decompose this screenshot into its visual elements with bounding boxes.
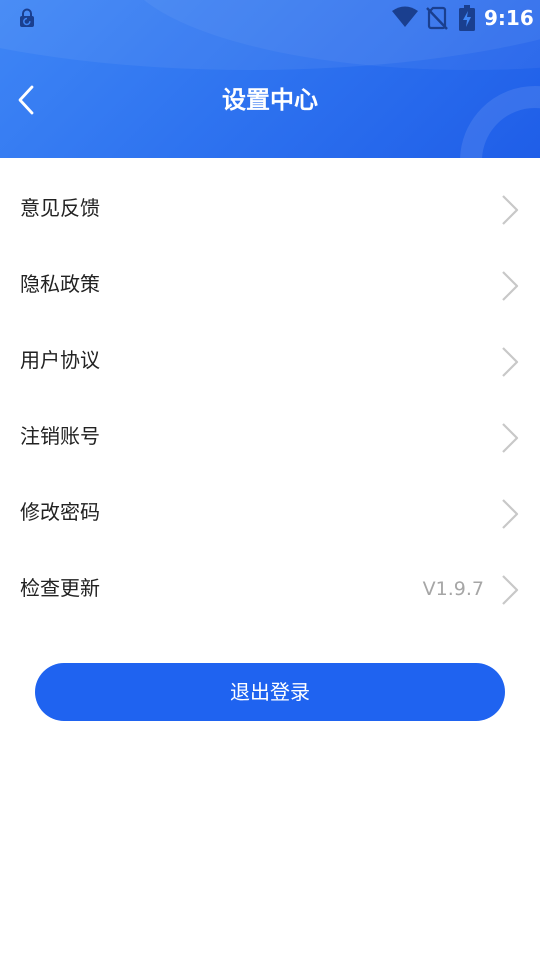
chevron-right-icon xyxy=(502,347,519,377)
lock-icon xyxy=(20,8,34,27)
page-title: 设置中心 xyxy=(222,86,318,114)
menu-item-delete-account[interactable]: 注销账号 xyxy=(0,398,540,474)
logout-button[interactable]: 退出登录 xyxy=(35,663,505,721)
battery-icon xyxy=(459,5,475,31)
menu-item-label: 修改密码 xyxy=(20,500,100,524)
chevron-right-icon xyxy=(502,575,519,605)
status-bar: 9:16 xyxy=(0,0,540,36)
chevron-right-icon xyxy=(502,499,519,529)
menu-item-change-password[interactable]: 修改密码 xyxy=(0,474,540,550)
chevron-right-icon xyxy=(502,271,519,301)
menu-item-label: 用户协议 xyxy=(20,348,100,372)
status-time: 9:16 xyxy=(484,6,534,30)
header: 9:16 设置中心 xyxy=(0,0,540,158)
menu-item-privacy-policy[interactable]: 隐私政策 xyxy=(0,246,540,322)
version-value: V1.9.7 xyxy=(422,578,484,600)
chevron-right-icon xyxy=(502,195,519,225)
menu-item-label: 意见反馈 xyxy=(20,196,100,220)
menu-item-label: 注销账号 xyxy=(20,424,100,448)
menu-item-label: 检查更新 xyxy=(20,576,100,600)
menu-item-label: 隐私政策 xyxy=(20,272,100,296)
chevron-right-icon xyxy=(502,423,519,453)
settings-menu: 意见反馈 隐私政策 用户协议 注销账号 修改密码 检查更新 V1.9.7 xyxy=(0,170,540,626)
wifi-icon xyxy=(392,6,418,27)
menu-item-feedback[interactable]: 意见反馈 xyxy=(0,170,540,246)
menu-item-check-update[interactable]: 检查更新 V1.9.7 xyxy=(0,550,540,626)
no-sim-icon xyxy=(426,6,448,30)
menu-item-user-agreement[interactable]: 用户协议 xyxy=(0,322,540,398)
